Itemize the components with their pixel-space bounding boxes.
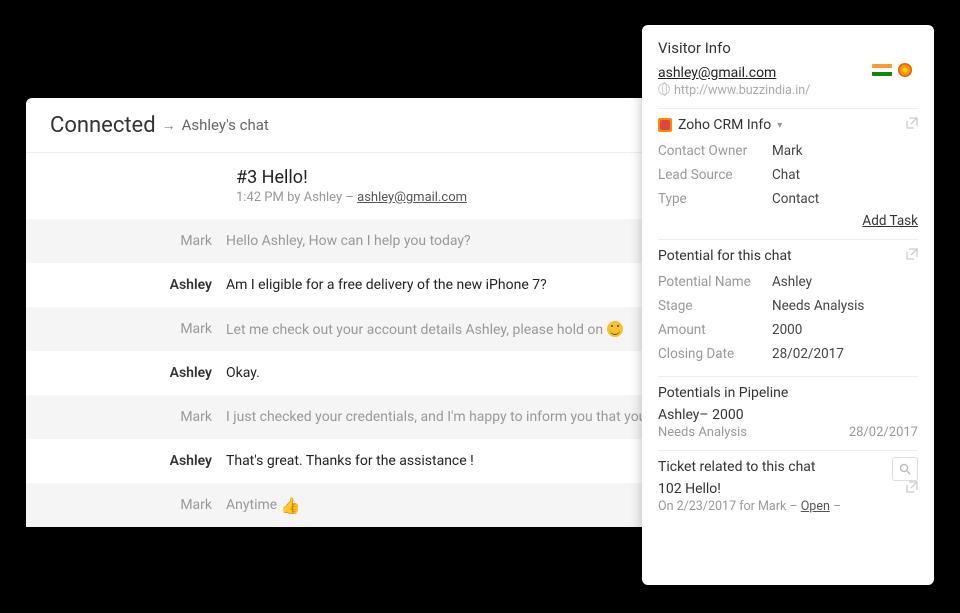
open-crm-icon[interactable] (906, 117, 918, 133)
kv-value: Ashley (772, 274, 812, 290)
potential-section: Potential for this chat Potential NameAs… (658, 239, 918, 366)
india-flag-icon (872, 64, 892, 76)
message-sender: Ashley (26, 277, 226, 293)
kv-value: Needs Analysis (772, 298, 864, 314)
kv-row: StageNeeds Analysis (658, 294, 918, 318)
ticket-item-sub: On 2/23/2017 for Mark – Open – (658, 499, 918, 514)
message-sender: Mark (26, 497, 226, 513)
visitor-icons (872, 63, 918, 77)
visitor-url: http://www.buzzindia.in/ (658, 83, 918, 98)
message-sender: Mark (26, 409, 226, 425)
kv-row: Contact OwnerMark (658, 139, 918, 163)
firefox-icon (898, 63, 912, 77)
kv-row: Closing Date28/02/2017 (658, 342, 918, 366)
crm-title: Zoho CRM Info (678, 117, 771, 133)
thumbs-up-icon: 👍 (281, 496, 301, 515)
link-icon (658, 83, 670, 95)
kv-key: Potential Name (658, 274, 772, 290)
open-ticket-icon[interactable] (906, 481, 918, 497)
visitor-info-title: Visitor Info (658, 39, 918, 57)
kv-key: Stage (658, 298, 772, 314)
message-sender: Ashley (26, 365, 226, 381)
connection-status: Connected (50, 113, 156, 138)
pipeline-stage: Needs Analysis (658, 425, 747, 440)
pipeline-date: 28/02/2017 (849, 425, 918, 440)
kv-value: 2000 (772, 322, 802, 338)
thread-meta-prefix: 1:42 PM by Ashley – (236, 190, 357, 205)
kv-key: Type (658, 191, 772, 207)
zoho-icon (658, 118, 672, 132)
kv-value: Mark (772, 143, 803, 159)
ticket-status[interactable]: Open (801, 499, 830, 514)
kv-value: Chat (772, 167, 800, 183)
visitor-panel: Visitor Info ashley@gmail.com http://www… (642, 25, 934, 585)
message-sender: Ashley (26, 453, 226, 469)
message-sender: Mark (26, 321, 226, 337)
kv-value: Contact (772, 191, 819, 207)
kv-key: Amount (658, 322, 772, 338)
kv-value: 28/02/2017 (772, 346, 844, 362)
kv-key: Closing Date (658, 346, 772, 362)
crm-section: Zoho CRM Info ▾ Contact OwnerMarkLead So… (658, 108, 918, 229)
search-ticket-button[interactable] (892, 457, 918, 481)
kv-row: Amount2000 (658, 318, 918, 342)
kv-row: Potential NameAshley (658, 270, 918, 294)
open-potential-icon[interactable] (906, 248, 918, 264)
smile-icon (607, 321, 623, 337)
pipeline-name: Ashley– 2000 (658, 407, 918, 423)
kv-key: Contact Owner (658, 143, 772, 159)
visitor-email-link[interactable]: ashley@gmail.com (658, 65, 776, 81)
chat-subtitle: Ashley's chat (182, 116, 269, 134)
message-sender: Mark (26, 233, 226, 249)
potential-title: Potential for this chat (658, 248, 792, 264)
ticket-title: Ticket related to this chat (658, 459, 815, 475)
kv-key: Lead Source (658, 167, 772, 183)
ticket-section: Ticket related to this chat 102 Hello! O… (658, 450, 918, 514)
thread-email-link[interactable]: ashley@gmail.com (357, 190, 467, 205)
pipeline-section: Potentials in Pipeline Ashley– 2000 Need… (658, 376, 918, 440)
add-task-link[interactable]: Add Task (862, 213, 918, 229)
kv-row: Lead SourceChat (658, 163, 918, 187)
ticket-item-title[interactable]: 102 Hello! (658, 481, 918, 497)
arrow-icon: → (162, 117, 176, 134)
kv-row: TypeContact (658, 187, 918, 211)
chevron-down-icon[interactable]: ▾ (777, 120, 782, 131)
pipeline-title: Potentials in Pipeline (658, 385, 788, 401)
